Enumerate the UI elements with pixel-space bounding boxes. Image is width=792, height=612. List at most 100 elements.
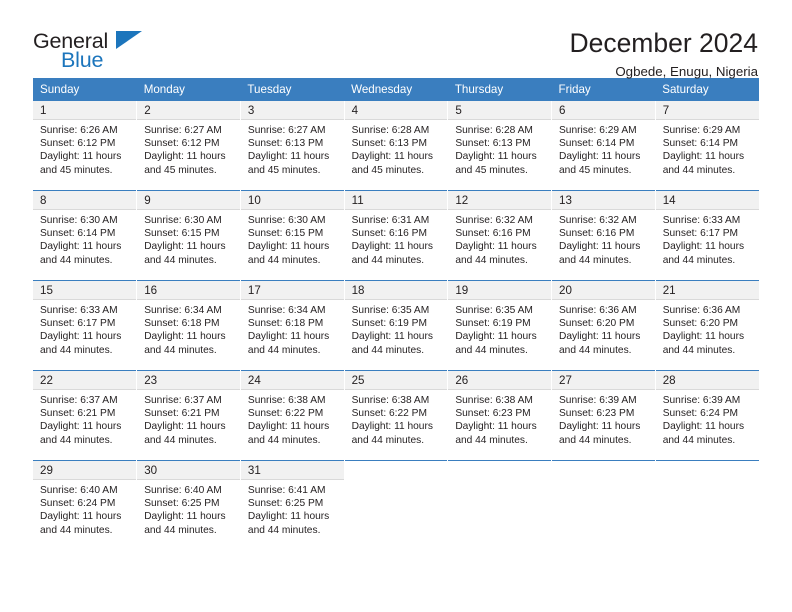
calendar-day-cell[interactable]: 5 Sunrise: 6:28 AM Sunset: 6:13 PM Daylight… xyxy=(447,101,553,191)
daylight-duration: Daylight: 11 hours and 44 minutes. xyxy=(40,241,122,266)
daylight-duration: Daylight: 11 hours and 44 minutes. xyxy=(40,511,122,536)
calendar-day-cell[interactable]: 13 Sunrise: 6:32 AM Sunset: 6:16 PM Dayligh… xyxy=(551,190,656,281)
day-cell-inner: 30 Sunrise: 6:40 AM Sunset: 6:25 PM Dayligh… xyxy=(137,461,240,547)
day-details: Sunrise: 6:28 AM Sunset: 6:13 PM Daylight:… xyxy=(345,120,448,177)
day-number: 31 xyxy=(240,461,344,480)
calendar-day-cell[interactable]: 24 Sunrise: 6:38 AM Sunset: 6:22 PM Dayligh… xyxy=(240,370,345,461)
day-number: 27 xyxy=(552,371,655,390)
calendar-day-cell[interactable]: 31 Sunrise: 6:41 AM Sunset: 6:25 PM Dayligh… xyxy=(240,460,345,547)
sunset-time: Sunset: 6:24 PM xyxy=(662,408,739,420)
day-cell-inner: 19 Sunrise: 6:35 AM Sunset: 6:19 PM Dayligh… xyxy=(448,281,552,370)
calendar-day-cell[interactable]: 7 Sunrise: 6:29 AM Sunset: 6:14 PM Daylight… xyxy=(655,101,759,191)
sunrise-time: Sunrise: 6:27 AM xyxy=(144,125,222,136)
daylight-duration: Daylight: 11 hours and 44 minutes. xyxy=(662,241,745,266)
daylight-duration: Daylight: 11 hours and 44 minutes. xyxy=(247,331,330,356)
calendar-week-row: 15 Sunrise: 6:33 AM Sunset: 6:17 PM Dayligh… xyxy=(33,280,759,371)
daylight-duration: Daylight: 11 hours and 45 minutes. xyxy=(351,151,433,176)
calendar-day-cell[interactable]: 3 Sunrise: 6:27 AM Sunset: 6:13 PM Daylight… xyxy=(240,101,345,191)
day-details: Sunrise: 6:28 AM Sunset: 6:13 PM Daylight:… xyxy=(448,120,551,177)
daylight-duration: Daylight: 11 hours and 44 minutes. xyxy=(247,421,330,446)
day-number xyxy=(552,461,655,480)
calendar-day-cell[interactable]: 10 Sunrise: 6:30 AM Sunset: 6:15 PM Dayligh… xyxy=(240,190,345,281)
day-number: 29 xyxy=(33,461,137,480)
calendar-day-cell[interactable]: 17 Sunrise: 6:34 AM Sunset: 6:18 PM Dayligh… xyxy=(240,280,345,371)
day-number: 15 xyxy=(33,281,137,300)
sunset-time: Sunset: 6:18 PM xyxy=(247,318,324,330)
calendar-day-cell[interactable]: 21 Sunrise: 6:36 AM Sunset: 6:20 PM Dayligh… xyxy=(655,280,759,371)
calendar-day-cell[interactable]: 18 Sunrise: 6:35 AM Sunset: 6:19 PM Dayligh… xyxy=(344,280,449,371)
calendar-day-cell[interactable]: 23 Sunrise: 6:37 AM Sunset: 6:21 PM Dayligh… xyxy=(136,370,241,461)
day-details: Sunrise: 6:35 AM Sunset: 6:19 PM Daylight:… xyxy=(448,300,551,357)
calendar-day-cell[interactable]: 20 Sunrise: 6:36 AM Sunset: 6:20 PM Dayligh… xyxy=(551,280,656,371)
calendar-day-cell[interactable]: 15 Sunrise: 6:33 AM Sunset: 6:17 PM Dayligh… xyxy=(33,280,138,371)
day-details: Sunrise: 6:27 AM Sunset: 6:12 PM Daylight:… xyxy=(137,120,240,177)
calendar-week-row: 22 Sunrise: 6:37 AM Sunset: 6:21 PM Dayligh… xyxy=(33,370,759,461)
brand-logo[interactable]: General Blue xyxy=(33,28,143,72)
day-cell-inner xyxy=(344,461,448,547)
daylight-duration: Daylight: 11 hours and 44 minutes. xyxy=(662,331,745,356)
sunrise-time: Sunrise: 6:29 AM xyxy=(662,125,741,136)
calendar-day-cell[interactable]: 14 Sunrise: 6:33 AM Sunset: 6:17 PM Dayligh… xyxy=(655,190,759,281)
day-cell-inner: 9 Sunrise: 6:30 AM Sunset: 6:15 PM Daylight… xyxy=(137,191,240,280)
calendar-day-cell[interactable]: 22 Sunrise: 6:37 AM Sunset: 6:21 PM Dayligh… xyxy=(33,370,138,461)
day-cell-inner: 6 Sunrise: 6:29 AM Sunset: 6:14 PM Daylight… xyxy=(552,101,655,190)
calendar-day-cell[interactable]: 12 Sunrise: 6:32 AM Sunset: 6:16 PM Dayligh… xyxy=(447,190,553,281)
day-cell-inner: 8 Sunrise: 6:30 AM Sunset: 6:14 PM Daylight… xyxy=(33,191,137,280)
calendar-day-cell[interactable]: 2 Sunrise: 6:27 AM Sunset: 6:12 PM Daylight… xyxy=(136,101,241,191)
day-number: 28 xyxy=(655,371,759,390)
sunset-time: Sunset: 6:21 PM xyxy=(144,408,220,420)
calendar-day-cell[interactable]: 25 Sunrise: 6:38 AM Sunset: 6:22 PM Dayligh… xyxy=(344,370,449,461)
calendar-day-cell[interactable]: 28 Sunrise: 6:39 AM Sunset: 6:24 PM Dayligh… xyxy=(655,370,759,461)
sunset-time: Sunset: 6:20 PM xyxy=(559,318,635,330)
day-number: 16 xyxy=(137,281,240,300)
calendar-day-cell[interactable]: 29 Sunrise: 6:40 AM Sunset: 6:24 PM Dayligh… xyxy=(33,460,138,547)
calendar-day-cell[interactable]: 6 Sunrise: 6:29 AM Sunset: 6:14 PM Daylight… xyxy=(551,101,656,191)
day-cell-inner: 2 Sunrise: 6:27 AM Sunset: 6:12 PM Daylight… xyxy=(137,101,240,190)
day-number: 23 xyxy=(137,371,240,390)
calendar-day-cell[interactable]: 26 Sunrise: 6:38 AM Sunset: 6:23 PM Dayligh… xyxy=(447,370,553,461)
daylight-duration: Daylight: 11 hours and 44 minutes. xyxy=(559,241,641,266)
day-number: 7 xyxy=(655,101,759,120)
day-cell-inner: 3 Sunrise: 6:27 AM Sunset: 6:13 PM Daylight… xyxy=(240,101,344,190)
calendar-day-cell[interactable]: 9 Sunrise: 6:30 AM Sunset: 6:15 PM Daylight… xyxy=(136,190,241,281)
day-cell-inner: 31 Sunrise: 6:41 AM Sunset: 6:25 PM Dayligh… xyxy=(240,461,344,547)
calendar-day-cell[interactable]: 19 Sunrise: 6:35 AM Sunset: 6:19 PM Dayligh… xyxy=(447,280,553,371)
calendar-day-cell[interactable]: 8 Sunrise: 6:30 AM Sunset: 6:14 PM Daylight… xyxy=(33,190,138,281)
day-number: 17 xyxy=(240,281,344,300)
day-number: 19 xyxy=(448,281,552,300)
daylight-duration: Daylight: 11 hours and 44 minutes. xyxy=(351,331,433,356)
calendar-day-cell[interactable]: 30 Sunrise: 6:40 AM Sunset: 6:25 PM Dayligh… xyxy=(136,460,241,547)
page-subtitle: Ogbede, Enugu, Nigeria xyxy=(615,64,758,79)
sunrise-time: Sunrise: 6:41 AM xyxy=(247,485,326,496)
sunset-time: Sunset: 6:14 PM xyxy=(662,138,739,150)
day-number: 30 xyxy=(137,461,240,480)
sunrise-time: Sunrise: 6:35 AM xyxy=(351,305,430,316)
day-details: Sunrise: 6:38 AM Sunset: 6:22 PM Daylight:… xyxy=(345,390,448,447)
calendar-day-cell[interactable]: 16 Sunrise: 6:34 AM Sunset: 6:18 PM Dayligh… xyxy=(136,280,241,371)
day-details: Sunrise: 6:35 AM Sunset: 6:19 PM Daylight:… xyxy=(345,300,448,357)
page-title: December 2024 xyxy=(569,28,758,58)
calendar-day-cell[interactable]: 11 Sunrise: 6:31 AM Sunset: 6:16 PM Dayligh… xyxy=(344,190,449,281)
sunset-time: Sunset: 6:25 PM xyxy=(144,498,220,510)
day-number: 26 xyxy=(448,371,552,390)
day-number: 21 xyxy=(655,281,759,300)
day-details: Sunrise: 6:26 AM Sunset: 6:12 PM Daylight:… xyxy=(33,120,136,177)
calendar-day-cell[interactable]: 4 Sunrise: 6:28 AM Sunset: 6:13 PM Daylight… xyxy=(344,101,449,191)
day-cell-inner: 10 Sunrise: 6:30 AM Sunset: 6:15 PM Dayligh… xyxy=(240,191,344,280)
day-details: Sunrise: 6:30 AM Sunset: 6:15 PM Daylight:… xyxy=(241,210,344,267)
daylight-duration: Daylight: 11 hours and 44 minutes. xyxy=(247,511,330,536)
day-number: 18 xyxy=(344,281,448,300)
day-number: 11 xyxy=(344,191,448,210)
day-cell-inner: 18 Sunrise: 6:35 AM Sunset: 6:19 PM Dayligh… xyxy=(344,281,448,370)
calendar-day-cell[interactable]: 27 Sunrise: 6:39 AM Sunset: 6:23 PM Dayligh… xyxy=(551,370,656,461)
daylight-duration: Daylight: 11 hours and 44 minutes. xyxy=(559,331,641,356)
daylight-duration: Daylight: 11 hours and 45 minutes. xyxy=(559,151,641,176)
sunrise-time: Sunrise: 6:32 AM xyxy=(559,215,637,226)
sunset-time: Sunset: 6:17 PM xyxy=(40,318,116,330)
brand-name-blue: Blue xyxy=(61,48,104,72)
daylight-duration: Daylight: 11 hours and 44 minutes. xyxy=(455,331,537,356)
day-cell-inner: 26 Sunrise: 6:38 AM Sunset: 6:23 PM Dayligh… xyxy=(448,371,552,460)
calendar-day-cell[interactable]: 1 Sunrise: 6:26 AM Sunset: 6:12 PM Daylight… xyxy=(33,101,138,191)
daylight-duration: Daylight: 11 hours and 44 minutes. xyxy=(247,241,330,266)
sunrise-time: Sunrise: 6:37 AM xyxy=(40,395,118,406)
